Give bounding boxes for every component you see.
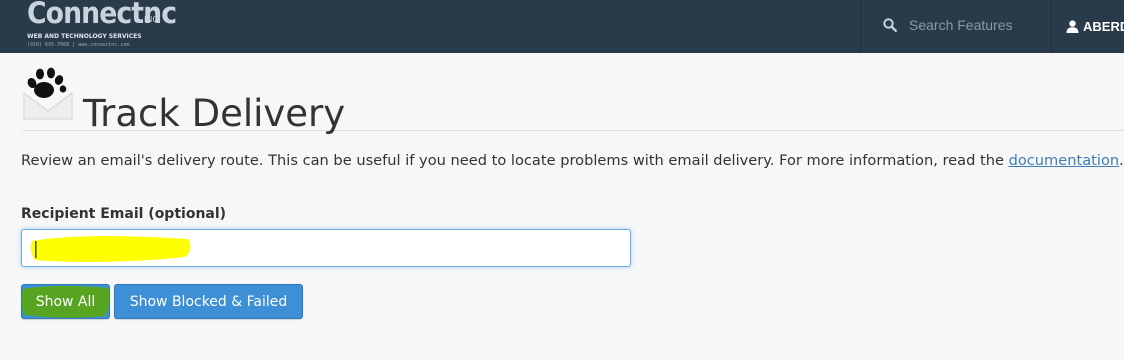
recipient-email-label: Recipient Email (optional) — [21, 206, 227, 222]
search-icon[interactable] — [883, 18, 897, 32]
logo-contact: (910) 695-7068 | www.connectnc.com — [27, 42, 130, 48]
page-title: Track Delivery — [83, 91, 346, 135]
show-all-button[interactable]: Show All — [21, 284, 110, 319]
page-header: Track Delivery — [22, 64, 1124, 135]
show-all-label: Show All — [35, 293, 96, 310]
description-text: Review an email's delivery route. This c… — [21, 152, 1004, 169]
paw-envelope-icon — [23, 67, 73, 120]
user-menu[interactable]: ABERD — [1066, 0, 1124, 53]
page-description: Review an email's delivery route. This c… — [21, 152, 1124, 169]
top-navigation-bar: Connectnc INC. WEB AND TECHNOLOGY SERVIC… — [0, 0, 1124, 53]
documentation-link[interactable]: documentation — [1009, 152, 1120, 169]
recipient-email-field-wrapper — [21, 229, 631, 267]
user-name: ABERD — [1083, 19, 1124, 34]
logo-tagline: WEB AND TECHNOLOGY SERVICES — [27, 33, 142, 40]
company-logo[interactable]: Connectnc INC. WEB AND TECHNOLOGY SERVIC… — [22, 0, 177, 53]
user-icon — [1066, 20, 1079, 33]
show-blocked-failed-button[interactable]: Show Blocked & Failed — [114, 284, 303, 319]
recipient-email-input[interactable] — [22, 230, 630, 266]
logo-inc: INC. — [144, 15, 161, 24]
search-features-input[interactable] — [909, 14, 1044, 36]
show-blocked-failed-label: Show Blocked & Failed — [129, 293, 288, 310]
description-end: . — [1119, 152, 1124, 169]
search-features-box — [860, 0, 1052, 53]
